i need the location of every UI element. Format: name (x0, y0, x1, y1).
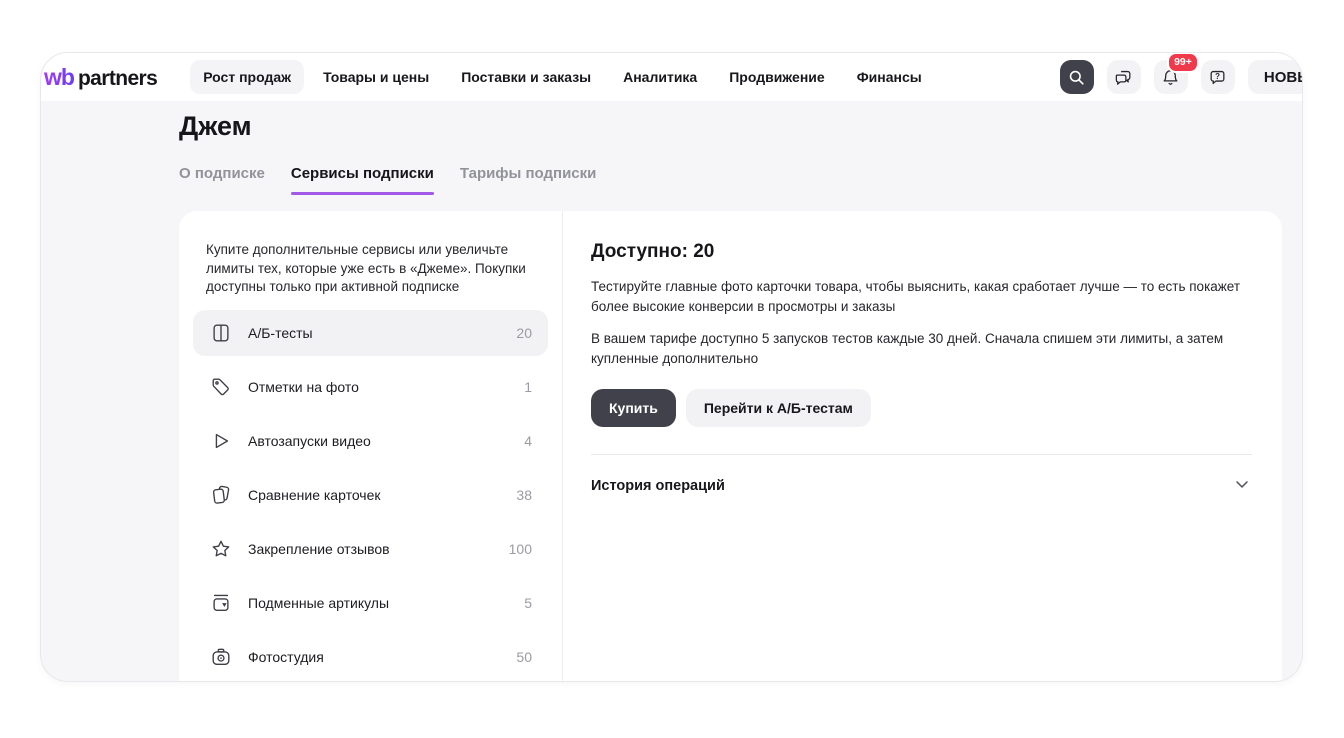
substitute-articles-icon (209, 591, 233, 615)
notifications-badge: 99+ (1167, 52, 1199, 73)
cards-compare-icon (209, 483, 233, 507)
subscription-tabs: О подписке Сервисы подписки Тарифы подпи… (179, 165, 596, 195)
services-list-panel: Купите дополнительные сервисы или увелич… (179, 211, 563, 682)
account-label: НОВЬ (1264, 69, 1303, 86)
search-icon (1067, 68, 1086, 87)
service-row-photo-marks[interactable]: Отметки на фото 1 (193, 364, 548, 410)
service-count: 1 (524, 379, 532, 395)
service-label: Фотостудия (248, 649, 324, 665)
service-count: 4 (524, 433, 532, 449)
service-count: 38 (516, 487, 532, 503)
chats-icon (1114, 68, 1133, 87)
service-count: 100 (509, 541, 532, 557)
nav-item-analytics[interactable]: Аналитика (610, 60, 710, 94)
service-label: Отметки на фото (248, 379, 359, 395)
svg-text:?: ? (1215, 72, 1220, 81)
service-label: А/Б-тесты (248, 325, 313, 341)
main-nav: Рост продаж Товары и цены Поставки и зак… (190, 60, 935, 94)
logo-partners-text: partners (78, 67, 157, 91)
nav-item-supplies-orders[interactable]: Поставки и заказы (448, 60, 604, 94)
service-row-substitute-articles[interactable]: Подменные артикулы 5 (193, 580, 548, 626)
app-window: wb partners Рост продаж Товары и цены По… (40, 52, 1303, 682)
detail-paragraph-1: Тестируйте главные фото карточки товара,… (591, 277, 1252, 317)
service-row-video-autoplay[interactable]: Автозапуски видео 4 (193, 418, 548, 464)
chevron-down-icon (1232, 474, 1252, 499)
buy-button[interactable]: Купить (591, 389, 676, 427)
service-label: Закрепление отзывов (248, 541, 390, 557)
services-description: Купите дополнительные сервисы или увелич… (193, 241, 548, 297)
service-count: 5 (524, 595, 532, 611)
search-button[interactable] (1060, 60, 1094, 94)
service-count: 50 (516, 649, 532, 665)
notifications-button[interactable]: 99+ (1154, 60, 1188, 94)
wb-partners-logo[interactable]: wb partners (44, 64, 157, 91)
nav-item-promotion[interactable]: Продвижение (716, 60, 837, 94)
help-button[interactable]: ? (1201, 60, 1235, 94)
play-icon (209, 429, 233, 453)
tab-subscription-tariffs[interactable]: Тарифы подписки (460, 165, 597, 195)
nav-item-goods-prices[interactable]: Товары и цены (310, 60, 442, 94)
ab-test-icon (209, 321, 233, 345)
logo-wb-mark: wb (44, 64, 74, 91)
account-button[interactable]: НОВЬ (1248, 60, 1303, 94)
header-actions: 99+ ? НОВЬ (1060, 53, 1302, 101)
chats-button[interactable] (1107, 60, 1141, 94)
goto-ab-tests-button[interactable]: Перейти к А/Б-тестам (686, 389, 871, 427)
service-label: Подменные артикулы (248, 595, 389, 611)
nav-item-sales-growth[interactable]: Рост продаж (190, 60, 304, 94)
operations-history-label: История операций (591, 478, 725, 494)
service-count: 20 (516, 325, 532, 341)
service-detail-panel: Доступно: 20 Тестируйте главные фото кар… (563, 211, 1282, 682)
service-label: Сравнение карточек (248, 487, 381, 503)
detail-paragraph-2: В вашем тарифе доступно 5 запусков тесто… (591, 329, 1252, 369)
service-row-card-comparison[interactable]: Сравнение карточек 38 (193, 472, 548, 518)
tab-subscription-services[interactable]: Сервисы подписки (291, 165, 434, 195)
star-icon (209, 537, 233, 561)
tab-about-subscription[interactable]: О подписке (179, 165, 265, 195)
section-divider (591, 454, 1252, 455)
subscription-services-card: Купите дополнительные сервисы или увелич… (179, 211, 1282, 682)
screenshot-canvas: wb partners Рост продаж Товары и цены По… (0, 0, 1344, 738)
nav-item-finances[interactable]: Финансы (844, 60, 935, 94)
camera-icon (209, 645, 233, 669)
service-row-ab-tests[interactable]: А/Б-тесты 20 (193, 310, 548, 356)
tag-icon (209, 375, 233, 399)
page-title: Джем (179, 111, 252, 142)
detail-actions: Купить Перейти к А/Б-тестам (591, 389, 1252, 427)
service-row-photo-studio[interactable]: Фотостудия 50 (193, 634, 548, 680)
operations-history-toggle[interactable]: История операций (591, 474, 1252, 499)
available-count-title: Доступно: 20 (591, 241, 1252, 263)
top-navigation-bar: wb partners Рост продаж Товары и цены По… (41, 53, 1302, 101)
help-icon: ? (1208, 68, 1227, 87)
service-row-pinned-reviews[interactable]: Закрепление отзывов 100 (193, 526, 548, 572)
service-label: Автозапуски видео (248, 433, 371, 449)
